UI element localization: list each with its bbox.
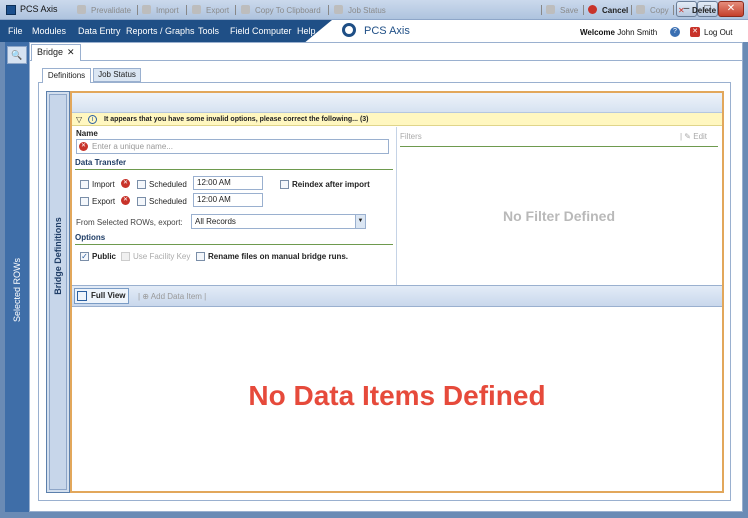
prevalidate-icon	[77, 5, 86, 14]
delete-icon: ✕	[678, 6, 685, 15]
export-error-icon: ✕	[121, 196, 130, 205]
options-divider	[75, 244, 393, 245]
app-icon	[6, 5, 16, 15]
tab-bridge-label: Bridge	[37, 47, 64, 57]
rename-files-label: Rename files on manual bridge runs.	[208, 252, 349, 261]
tab-job-status[interactable]: Job Status	[93, 68, 141, 82]
filters-edit-button[interactable]: | ✎ Edit	[680, 132, 707, 141]
export-time-input[interactable]: 12:00 AM	[193, 193, 263, 207]
user-name: John Smith	[617, 28, 658, 37]
import-label: Import	[92, 180, 115, 189]
cancel-icon	[588, 5, 597, 14]
toolbar-separator	[235, 5, 236, 15]
collapse-warning-icon[interactable]: ▽	[76, 115, 82, 124]
tab-divider	[29, 60, 743, 61]
logout-icon[interactable]: ✕	[690, 27, 700, 37]
import-checkbox[interactable]	[80, 180, 89, 189]
use-facility-key-label: Use Facility Key	[133, 252, 191, 261]
export-icon	[192, 5, 201, 14]
import-time-input[interactable]: 12:00 AM	[193, 176, 263, 190]
toolbar-separator	[328, 5, 329, 15]
import-button[interactable]: Import	[156, 6, 179, 15]
menu-tools[interactable]: Tools	[198, 26, 219, 36]
toolbar	[72, 93, 722, 113]
filters-heading: Filters	[400, 132, 422, 141]
rename-files-checkbox[interactable]	[196, 252, 205, 261]
tab-bridge[interactable]: Bridge ✕	[31, 44, 81, 61]
toolbar-separator	[541, 5, 542, 15]
export-label: Export	[92, 197, 116, 206]
help-icon[interactable]: ?	[670, 27, 680, 37]
tab-definitions[interactable]: Definitions	[42, 68, 91, 83]
window-title: PCS Axis	[20, 4, 58, 14]
public-checkbox[interactable]: ✓	[80, 252, 89, 261]
import-error-icon: ✕	[121, 179, 130, 188]
job-status-button[interactable]: Job Status	[348, 6, 386, 15]
export-records-select[interactable]: All Records	[191, 214, 366, 229]
delete-button[interactable]: Delete	[692, 6, 716, 15]
name-label: Name	[76, 129, 98, 138]
welcome-text: Welcome John Smith	[580, 28, 657, 37]
name-input[interactable]: Enter a unique name...	[76, 139, 389, 154]
warning-text: It appears that you have some invalid op…	[104, 116, 369, 123]
reindex-checkbox[interactable]	[280, 180, 289, 189]
use-facility-key-checkbox[interactable]	[121, 252, 130, 261]
filters-divider	[396, 127, 397, 285]
close-window-button[interactable]: ✕	[718, 1, 744, 17]
menu-modules[interactable]: Modules	[32, 26, 66, 36]
menu-field-computer[interactable]: Field Computer	[230, 26, 292, 36]
welcome-label: Welcome	[580, 28, 615, 37]
export-scheduled-checkbox[interactable]	[137, 197, 146, 206]
toolbar-separator	[673, 5, 674, 15]
no-filter-message: No Filter Defined	[502, 208, 615, 224]
toolbar-separator	[137, 5, 138, 15]
selected-rows-toggle[interactable]: Selected ROWs	[12, 258, 22, 322]
copy-icon	[636, 5, 645, 14]
clipboard-icon	[241, 5, 250, 14]
filters-edit-label: Edit	[693, 132, 708, 141]
toolbar-separator	[583, 5, 584, 15]
filters-rule	[400, 146, 718, 147]
data-transfer-heading: Data Transfer	[75, 158, 127, 167]
job-status-icon	[334, 5, 343, 14]
menu-file[interactable]: File	[8, 26, 23, 36]
toolbar-separator	[186, 5, 187, 15]
full-view-icon	[77, 291, 87, 301]
cancel-button[interactable]: Cancel	[602, 6, 628, 15]
axis-logo-icon	[342, 23, 356, 37]
menu-reports-graphs[interactable]: Reports / Graphs	[126, 26, 195, 36]
data-transfer-divider	[75, 169, 393, 170]
menu-bar: File Modules Data Entry Reports / Graphs…	[0, 20, 748, 42]
logout-link[interactable]: Log Out	[704, 28, 732, 37]
menu-data-entry[interactable]: Data Entry	[78, 26, 121, 36]
toolbar-separator	[631, 5, 632, 15]
search-icon[interactable]: 🔍	[7, 46, 27, 64]
name-error-icon: ✕	[79, 142, 88, 151]
close-tab-icon[interactable]: ✕	[67, 47, 75, 57]
prevalidate-button[interactable]: Prevalidate	[91, 6, 131, 15]
add-data-item-label: Add Data Item	[150, 292, 202, 301]
save-icon	[546, 5, 555, 14]
import-scheduled-label: Scheduled	[149, 180, 187, 189]
import-icon	[142, 5, 151, 14]
add-data-item-button[interactable]: | ⊕ Add Data Item |	[138, 292, 206, 301]
options-heading: Options	[75, 233, 106, 242]
copy-to-clipboard-button[interactable]: Copy To Clipboard	[255, 6, 321, 15]
import-scheduled-checkbox[interactable]	[137, 180, 146, 189]
export-checkbox[interactable]	[80, 197, 89, 206]
menu-help[interactable]: Help	[297, 26, 316, 36]
bridge-definitions-label: Bridge Definitions	[53, 217, 63, 295]
save-button[interactable]: Save	[560, 6, 578, 15]
export-from-label: From Selected ROWs, export:	[76, 218, 183, 227]
copy-button[interactable]: Copy	[650, 6, 669, 15]
info-icon: i	[88, 115, 97, 124]
public-label: Public	[92, 252, 117, 261]
chevron-down-icon[interactable]: ▼	[355, 215, 365, 228]
brand-name: PCS Axis	[364, 25, 410, 37]
export-scheduled-label: Scheduled	[149, 197, 187, 206]
export-button[interactable]: Export	[206, 6, 229, 15]
reindex-label: Reindex after import	[292, 180, 370, 189]
no-data-items-message: No Data Items Defined	[248, 380, 546, 411]
